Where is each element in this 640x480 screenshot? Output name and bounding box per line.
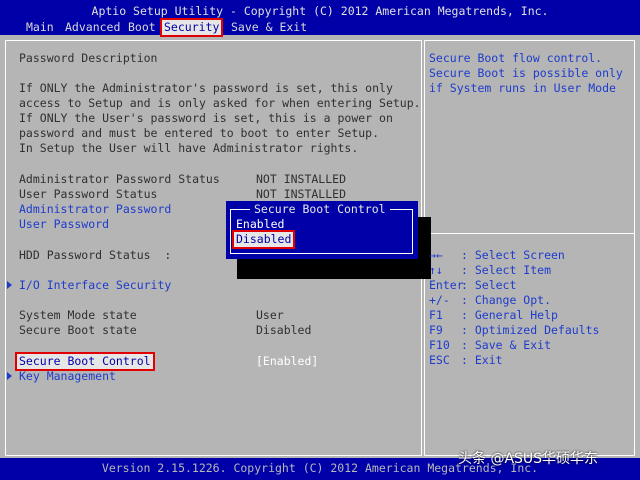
help-text-line: Secure Boot flow control. — [429, 51, 603, 65]
key-hint-key: +/- — [429, 293, 450, 307]
password-description-title: Password Description — [19, 51, 158, 65]
user-password-link[interactable]: User Password — [19, 217, 109, 232]
popup-option-enabled[interactable]: Enabled — [234, 217, 286, 232]
popup-option-disabled[interactable]: Disabled — [231, 230, 296, 249]
help-text-line: Secure Boot is possible only — [429, 66, 623, 80]
key-hint-action: : Select Item — [461, 263, 552, 277]
key-hint-key: ESC — [429, 353, 450, 367]
key-management-link[interactable]: Key Management — [19, 369, 116, 384]
hdd-password-status-label: HDD Password Status : — [19, 248, 172, 262]
key-hint-key: F10 — [429, 338, 450, 352]
description-line: access to Setup and is only asked for wh… — [19, 96, 421, 110]
watermark: 头条 @ASUS华硕华东 — [458, 451, 599, 467]
secure-boot-control-item[interactable]: Secure Boot Control — [15, 352, 155, 371]
system-mode-label: System Mode state — [19, 308, 137, 322]
popup-title: Secure Boot Control — [250, 202, 390, 217]
submenu-arrow-icon — [7, 372, 12, 380]
key-hint-key: F9 — [429, 323, 443, 337]
key-hint-action: : Select Screen — [461, 248, 565, 262]
key-hint-key: ↑↓ — [429, 263, 443, 277]
app-title: Aptio Setup Utility - Copyright (C) 2012… — [91, 4, 549, 18]
secure-boot-control-value[interactable]: [Enabled] — [256, 354, 318, 369]
description-line: If ONLY the Administrator's password is … — [19, 81, 393, 95]
secure-boot-state-value: Disabled — [256, 323, 312, 337]
submenu-arrow-icon — [7, 281, 12, 289]
system-mode-value: User — [256, 308, 284, 322]
tab-main[interactable]: Main — [24, 20, 56, 35]
description-line: password and must be entered to boot to … — [19, 126, 380, 140]
secure-boot-state-label: Secure Boot state — [19, 323, 137, 337]
administrator-password-link[interactable]: Administrator Password — [19, 202, 171, 217]
help-divider — [425, 233, 634, 234]
tab-security[interactable]: Security — [159, 18, 224, 37]
tab-save-exit[interactable]: Save & Exit — [229, 20, 309, 35]
user-password-status-value: NOT INSTALLED — [256, 187, 347, 201]
key-hint-key: Enter — [429, 278, 464, 292]
key-hint-action: : Optimized Defaults — [461, 323, 600, 337]
key-hint-action: : Save & Exit — [461, 338, 552, 352]
key-hint-action: : Select — [461, 278, 517, 292]
key-hint-action: : General Help — [461, 308, 558, 322]
key-hint-key: →← — [429, 248, 443, 262]
admin-password-status-value: NOT INSTALLED — [256, 172, 347, 186]
key-hint-key: F1 — [429, 308, 443, 322]
help-text-line: if System runs in User Mode — [429, 81, 616, 95]
admin-password-status-label: Administrator Password Status — [19, 172, 220, 186]
tab-advanced[interactable]: Advanced — [63, 20, 122, 35]
io-interface-security-link[interactable]: I/O Interface Security — [19, 278, 171, 293]
key-hint-action: : Exit — [461, 353, 503, 367]
user-password-status-label: User Password Status — [19, 187, 158, 201]
description-line: In Setup the User will have Administrato… — [19, 141, 359, 155]
key-hint-action: : Change Opt. — [461, 293, 552, 307]
description-line: If ONLY the User's password is set, this… — [19, 111, 393, 125]
tab-boot[interactable]: Boot — [126, 20, 158, 35]
